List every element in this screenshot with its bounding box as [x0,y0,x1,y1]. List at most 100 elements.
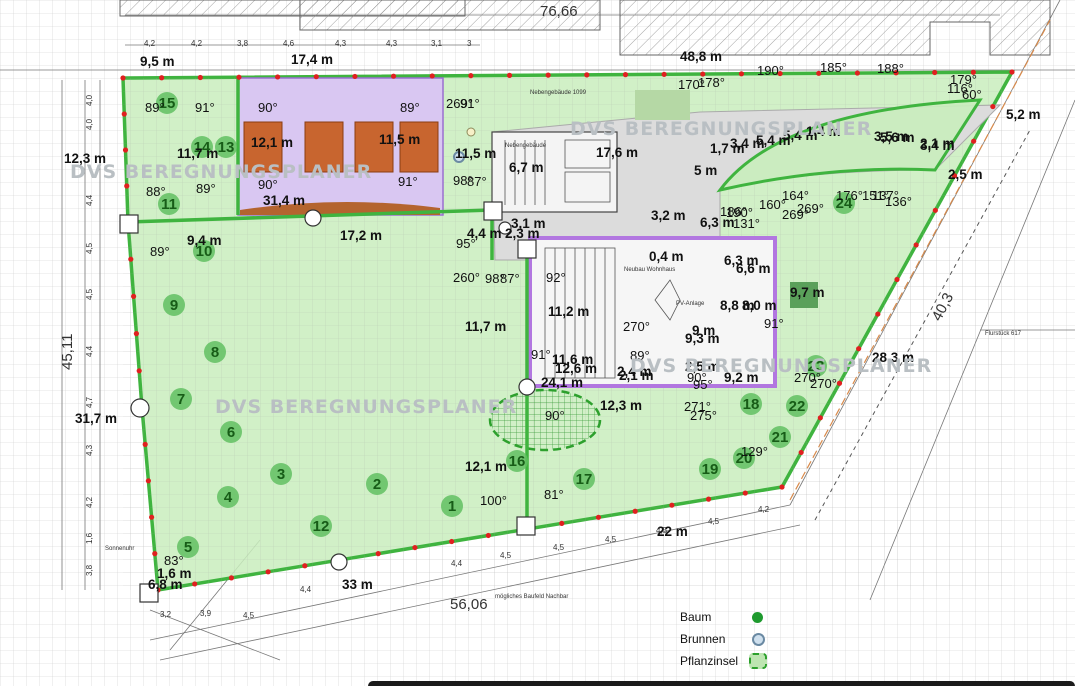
cad-dim-left: 4,4 [85,345,94,357]
boundary-point [275,74,281,80]
corner-angle: 129° [741,444,768,459]
legend-well-label: Brunnen [680,632,726,646]
hedge [635,90,690,120]
boundary-point [228,575,235,581]
cad-dim-bottom: 4,5 [708,517,720,526]
boundary-point [142,441,148,447]
zone-number: 19 [702,461,719,478]
corner-angle: 90° [258,100,278,115]
cad-dim-top: 4,3 [335,39,347,48]
corner-angle: 190° [757,63,784,78]
segment-length: 9,5 m [140,54,175,69]
corner-angle: 83° [164,553,184,568]
corner-angle: 88° [146,184,166,199]
boundary-point [875,311,881,317]
boundary-point [121,111,127,117]
cad-dim-left: 4,5 [85,242,94,254]
segment-length: 6,7 m [509,160,544,175]
segment-length: 31,7 m [75,411,117,426]
boundary-point [559,520,565,526]
corner-angle: 87° [467,174,487,189]
zone-number: 5 [184,539,192,556]
boundary-point [632,508,638,514]
corner-angle: 270° [623,319,650,334]
watermark-2: DVS BEREGNUNGSPLANER [215,396,517,418]
corner-angle: 95° [693,377,713,392]
boundary-point [136,368,142,374]
corner-angle: 269° [797,201,824,216]
zone-number: 22 [789,398,806,415]
label-nebengebaeude-top: Nebengebäude 1099 [530,90,587,96]
boundary-point [375,551,381,557]
dim-bottom-total: 56,06 [450,596,488,613]
boundary-point [131,293,137,299]
boundary-point [742,490,748,496]
corner-angle: 91° [195,100,215,115]
boundary-point [265,569,271,575]
corner-angle: 275° [690,408,717,423]
boundary-point [159,75,165,81]
corner-angle: 91° [764,316,784,331]
segment-length: 9,3 m [685,331,720,346]
segment-length: 31,4 m [263,193,305,208]
cad-dim-left: 4,5 [85,288,94,300]
legend-tree-label: Baum [680,610,712,624]
corner-angle: 87° [500,271,520,286]
boundary-point [313,74,319,80]
corner-angle: 90° [545,408,565,423]
boundary-point [932,69,938,76]
zone-number: 17 [576,471,593,488]
corner-angle: 185° [820,60,847,75]
cad-dim-top: 4,3 [386,39,398,48]
corner-angle: 91° [531,347,551,362]
zone-number: 6 [227,424,235,441]
zone-number: 2 [373,476,381,493]
zone-number: 21 [772,429,789,446]
segment-length: 11,5 m [455,146,496,161]
boundary-point [971,138,977,144]
zone-number: 3 [277,466,285,483]
zone-number: 1 [448,498,456,515]
horizontal-scrollbar[interactable] [368,681,1075,686]
segment-length: 11,2 m [548,304,589,319]
zone-number: 4 [224,489,233,506]
segment-length: 8,0 m [742,298,777,313]
boundary-point [1009,69,1015,75]
corner-angle: 81° [544,487,564,502]
boundary-point [622,72,629,78]
corner-angle: 89° [150,244,170,259]
segment-length: 6,6 m [736,261,771,276]
bed-4 [399,121,439,173]
segment-length: 9,7 m [790,285,825,300]
cad-dim-bottom: 4,2 [758,505,770,514]
plant-isle-icon [749,653,767,669]
boundary-point [913,242,919,248]
boundary-point [390,73,397,79]
segment-length: 2,5 m [948,167,983,182]
garden-plan[interactable]: 151411131098765432121161719182021222324 … [0,0,1075,686]
segment-length: 11,7 m [177,146,218,161]
dim-top-total: 76,66 [540,3,578,20]
corner-angle: 91° [460,96,480,111]
corner-angle: 270° [810,376,837,391]
label-sonnenuhr: Sonnenuhr [105,546,134,552]
cad-dim-left: 1,6 [85,532,94,544]
label-neubau: Neubau Wohnhaus [624,267,675,273]
cad-dim-bottom: 4,5 [243,611,255,620]
cad-dim-left: 3,8 [85,564,94,576]
corner-angle: 136° [885,194,912,209]
segment-length: 5 m [694,163,717,178]
corner-angle: 91° [398,174,418,189]
zone-number: 16 [509,453,526,470]
boundary-point [894,276,900,283]
segment-length: 12,1 m [251,135,293,150]
segment-length: 2,3 m [505,226,540,241]
segment-length: 3,2 m [651,208,686,223]
boundary-point [352,73,358,80]
boundary-point [661,71,667,77]
label-nebengebaeude: Nebengebäude [505,143,547,149]
boundary-point [133,331,139,337]
label-baufeld: mögliches Baufeld Nachbar [495,594,568,600]
segment-length: 9,4 m [187,233,222,248]
boundary-point [595,514,602,520]
